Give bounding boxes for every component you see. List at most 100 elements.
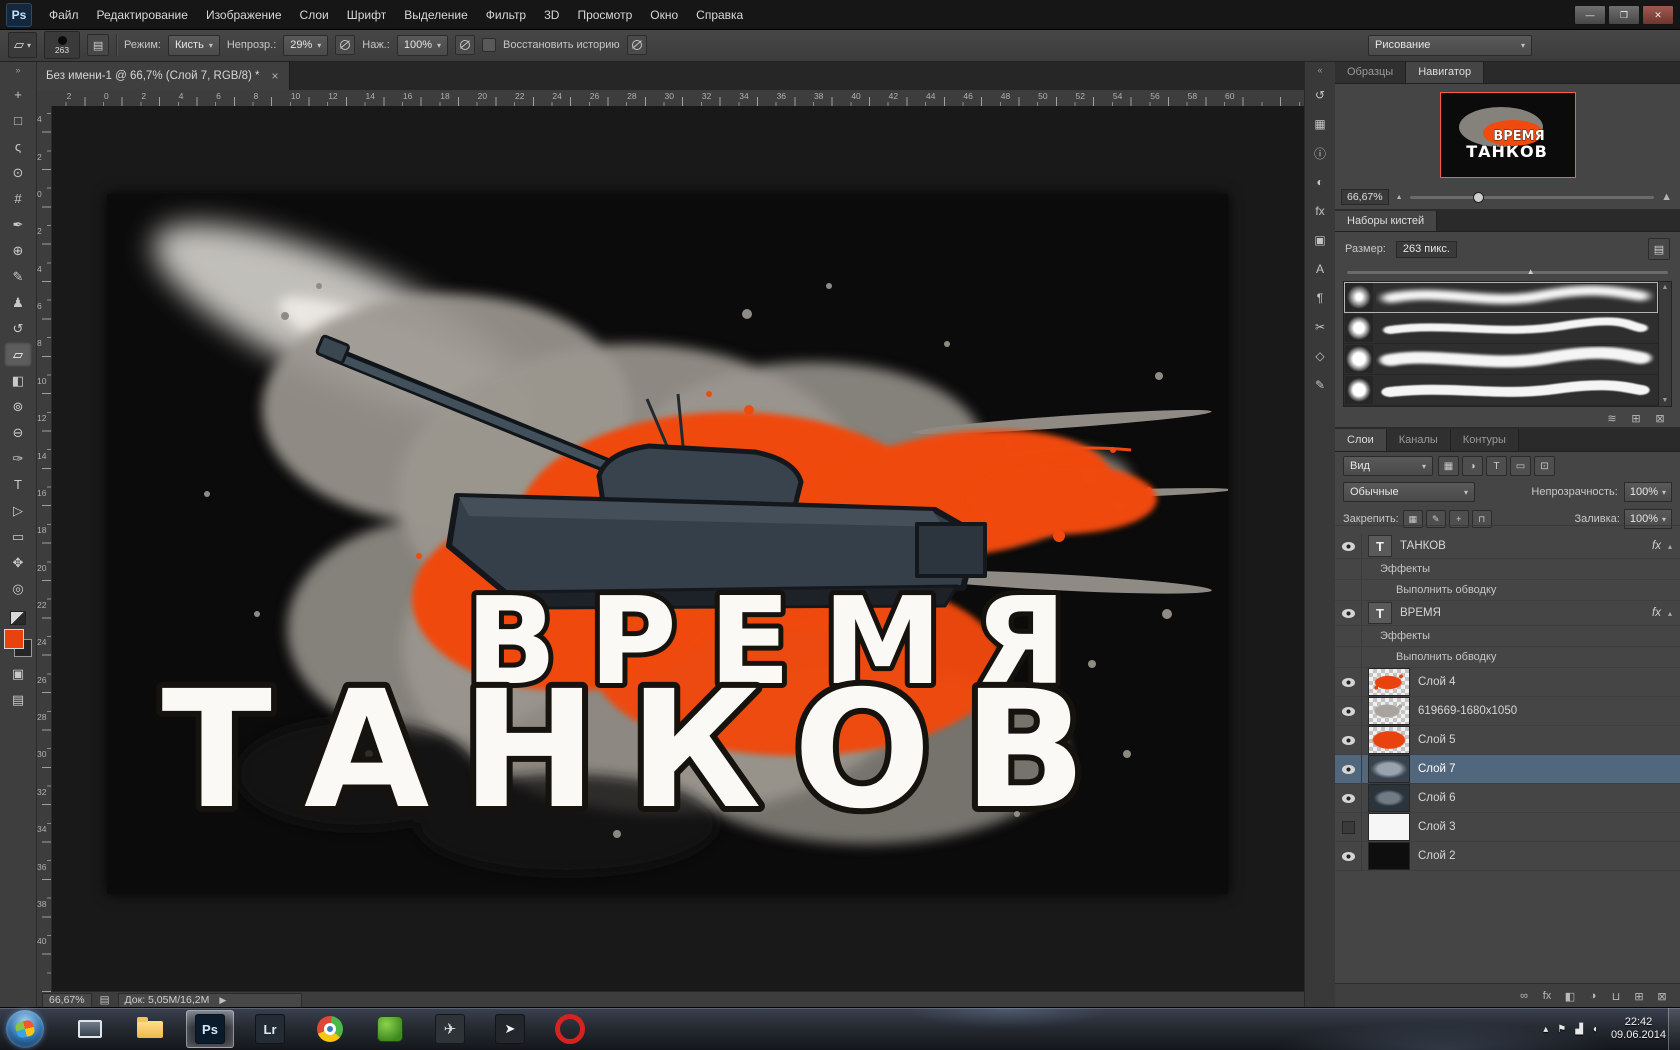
taskbar-chrome-button[interactable] — [306, 1010, 354, 1048]
vertical-ruler[interactable]: 4 2 0 2 4 6 8 10 12 14 16 18 20 22 24 26 28 30 32 34 36 38 40 — [36, 106, 52, 992]
clone-stamp-tool[interactable]: ♟ — [4, 290, 32, 315]
network-icon[interactable]: ▟ — [1575, 1024, 1583, 1035]
taskbar-photoshop-button[interactable]: Ps — [186, 1010, 234, 1048]
scroll-down-icon[interactable]: ▼ — [1662, 397, 1669, 404]
navigator-zoom-slider-thumb[interactable] — [1473, 191, 1485, 203]
status-arrow-icon[interactable]: ▶ — [219, 995, 226, 1006]
layer-thumbnail[interactable] — [1368, 755, 1410, 783]
delete-brush-icon[interactable]: ⊠ — [1650, 410, 1670, 426]
menu-item-5[interactable]: Шрифт — [338, 1, 395, 29]
taskbar-green-app-button[interactable] — [366, 1010, 414, 1048]
healing-brush-tool[interactable]: ⊕ — [4, 238, 32, 263]
layer-name[interactable]: Слой 7 — [1418, 763, 1456, 775]
layer-visibility-toggle[interactable] — [1335, 784, 1362, 812]
layer-row-Эффекты[interactable]: Эффекты — [1335, 559, 1680, 580]
layer-thumbnail[interactable] — [1368, 726, 1410, 754]
layer-group-icon[interactable]: ⊔ — [1606, 988, 1626, 1004]
menu-item-2[interactable]: Редактирование — [88, 1, 197, 29]
layer-visibility-toggle[interactable] — [1335, 842, 1362, 870]
filter-pixel-layers-icon[interactable]: ▦ — [1438, 456, 1459, 476]
swatches-panel-icon[interactable]: ▦ — [1308, 112, 1332, 136]
lasso-tool[interactable]: ς — [4, 134, 32, 159]
airbrush-icon[interactable] — [455, 35, 475, 55]
paragraph-panel-icon[interactable]: ¶ — [1308, 286, 1332, 310]
layer-thumbnail[interactable] — [1368, 813, 1410, 841]
taskbar-window-button[interactable] — [66, 1010, 114, 1048]
scroll-up-icon[interactable]: ▲ — [1662, 284, 1669, 291]
close-button[interactable]: ✕ — [1642, 5, 1674, 25]
brush-list-scrollbar[interactable]: ▲ ▼ — [1659, 281, 1672, 407]
layer-filter-select[interactable]: Вид ▾ — [1343, 456, 1433, 476]
layer-name[interactable]: Выполнить обводку — [1396, 651, 1496, 663]
taskbar-explorer-button[interactable] — [126, 1010, 174, 1048]
layer-visibility-toggle[interactable] — [1335, 697, 1362, 725]
adjustments-panel-icon[interactable]: ◐ — [1308, 170, 1332, 194]
brush-stroke-preview-icon[interactable]: ≋ — [1602, 410, 1622, 426]
menu-item-10[interactable]: Окно — [641, 1, 687, 29]
foreground-color-swatch[interactable] — [4, 629, 24, 649]
default-colors-icon[interactable] — [10, 611, 26, 625]
layer-name[interactable]: Слой 2 — [1418, 850, 1456, 862]
brush-preset-picker[interactable]: 263 — [44, 31, 81, 59]
toggle-brush-panel-button[interactable]: ▤ — [87, 34, 110, 56]
link-layers-icon[interactable]: ∞ — [1514, 988, 1534, 1004]
crop-tool[interactable]: # — [4, 186, 32, 211]
layer-name[interactable]: ВРЕМЯ — [1400, 607, 1441, 619]
layer-row-Слой 7[interactable]: Слой 7 — [1335, 755, 1680, 784]
action-center-icon[interactable]: ⚑ — [1557, 1024, 1566, 1035]
delete-layer-icon[interactable]: ⊠ — [1652, 988, 1672, 1004]
layer-visibility-spacer[interactable] — [1335, 559, 1362, 579]
layer-name[interactable]: Эффекты — [1380, 630, 1430, 642]
blur-tool[interactable]: ⊚ — [4, 394, 32, 419]
layer-visibility-toggle[interactable] — [1335, 726, 1362, 754]
layer-style-icon[interactable]: fx — [1537, 988, 1557, 1004]
tab-Слои[interactable]: Слои — [1335, 429, 1387, 451]
layer-row-Слой 2[interactable]: Слой 2 — [1335, 842, 1680, 871]
tab-navigator[interactable]: Навигатор — [1406, 61, 1485, 83]
3d-panel-icon[interactable]: ◇ — [1308, 344, 1332, 368]
layer-name[interactable]: Слой 4 — [1418, 676, 1456, 688]
taskbar-aircraft-app-button[interactable]: ✈ — [426, 1010, 474, 1048]
menu-item-3[interactable]: Изображение — [197, 1, 291, 29]
workspace-select[interactable]: Рисование ▾ — [1368, 34, 1532, 56]
new-brush-icon[interactable]: ⊞ — [1626, 410, 1646, 426]
menu-item-6[interactable]: Выделение — [395, 1, 477, 29]
brush-preset-airbrush-soft[interactable] — [1344, 282, 1658, 313]
brush-size-slider[interactable]: ▲ — [1347, 267, 1668, 277]
blend-mode-select[interactable]: Обычные ▾ — [1343, 482, 1475, 502]
layer-row-619669-1680x1050[interactable]: 619669-1680x1050 — [1335, 697, 1680, 726]
fx-collapse-icon[interactable]: ▴ — [1668, 542, 1672, 551]
restore-button[interactable]: ❐ — [1608, 5, 1640, 25]
styles-panel-icon[interactable]: fx — [1308, 199, 1332, 223]
filter-type-layers-icon[interactable]: T — [1486, 456, 1507, 476]
layer-row-Выполнить обводку[interactable]: Выполнить обводку — [1335, 647, 1680, 668]
screen-mode-button[interactable]: ▤ — [4, 687, 32, 712]
layer-row-ТАНКОВ[interactable]: T ТАНКОВ fx ▴ — [1335, 534, 1680, 559]
layer-row-Слой 4[interactable]: Слой 4 — [1335, 668, 1680, 697]
info-panel-icon[interactable]: ⓘ — [1308, 141, 1332, 165]
brush-preset-round-medium[interactable] — [1344, 313, 1658, 344]
pen-tool[interactable]: ✑ — [4, 446, 32, 471]
history-brush-tool[interactable]: ↺ — [4, 316, 32, 341]
layer-row-Слой 6[interactable]: Слой 6 — [1335, 784, 1680, 813]
zoom-tool[interactable]: ◎ — [4, 576, 32, 601]
quick-mask-button[interactable]: ▣ — [4, 661, 32, 686]
mode-select[interactable]: Кисть ▾ — [168, 34, 220, 56]
navigator-preview[interactable]: ВРЕМЯ ТАНКОВ — [1439, 92, 1576, 178]
hidden-icons-button[interactable]: ▴ — [1543, 1024, 1548, 1035]
layer-name[interactable]: ТАНКОВ — [1400, 540, 1446, 552]
move-tool[interactable]: + — [4, 82, 32, 107]
tool-preset-picker[interactable]: ▱ ▾ — [8, 32, 38, 58]
fx-collapse-icon[interactable]: ▴ — [1668, 609, 1672, 618]
toolbox-collapse-chevron[interactable]: » — [0, 61, 36, 81]
eyedropper-tool[interactable]: ✒ — [4, 212, 32, 237]
tool-presets-panel-icon[interactable]: ✎ — [1308, 373, 1332, 397]
menu-item-4[interactable]: Слои — [291, 1, 338, 29]
tab-Каналы[interactable]: Каналы — [1386, 429, 1451, 451]
opacity-input[interactable]: 29% ▾ — [283, 34, 329, 56]
brush-stamp-icon[interactable]: ▤ — [1648, 238, 1670, 260]
zoom-in-mountain-icon[interactable]: ▲ — [1661, 191, 1672, 203]
rectangle-tool[interactable]: ▭ — [4, 524, 32, 549]
layer-fx-badge[interactable]: fx ▴ — [1652, 607, 1672, 619]
slider-thumb[interactable]: ▲ — [1527, 267, 1535, 276]
